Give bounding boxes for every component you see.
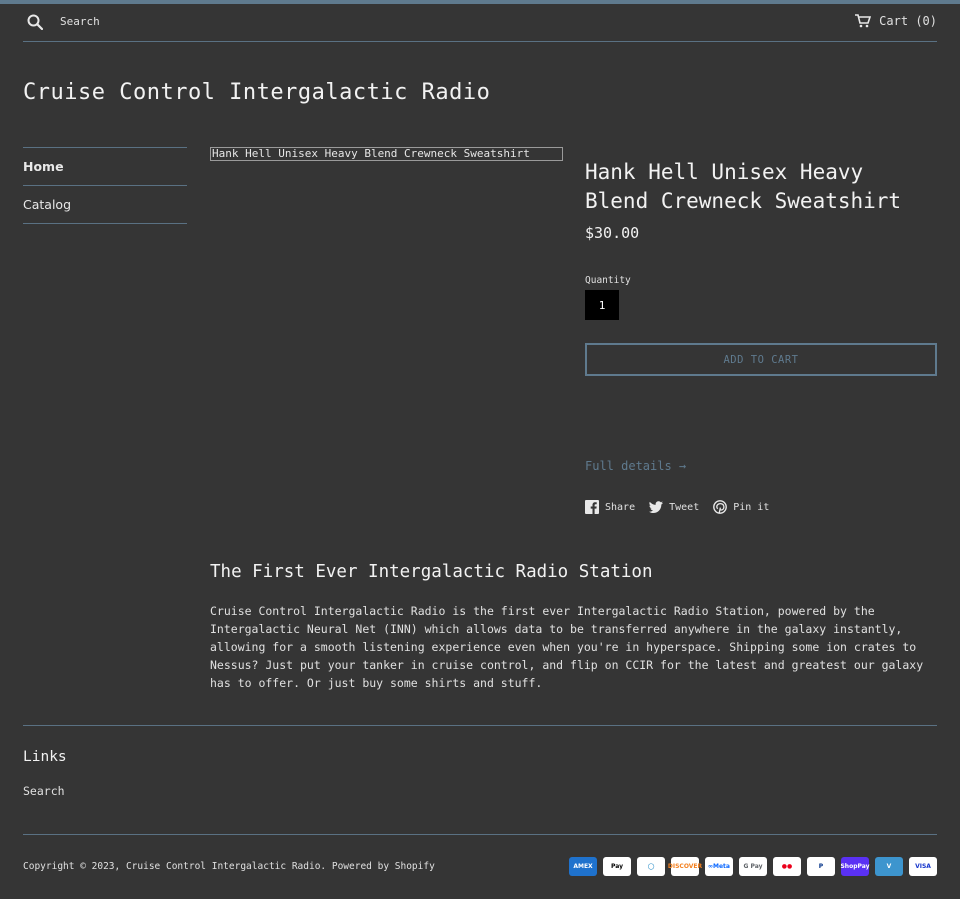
paypal-icon: P	[807, 857, 835, 876]
top-accent-bar	[0, 0, 960, 4]
product-title: Hank Hell Unisex Heavy Blend Crewneck Sw…	[585, 160, 902, 213]
shop-pay-icon: ShopPay	[840, 857, 870, 876]
sidebar-item-home[interactable]: Home	[23, 147, 187, 185]
cart-label: Cart	[879, 14, 909, 28]
share-facebook-button[interactable]: Share	[585, 500, 635, 514]
sidebar-nav: Home Catalog	[23, 147, 187, 224]
facebook-icon	[585, 500, 599, 514]
twitter-icon	[649, 501, 664, 513]
google-pay-icon: G Pay	[739, 857, 767, 876]
description-body: Cruise Control Intergalactic Radio is th…	[210, 604, 924, 690]
meta-pay-icon: ∞Meta	[705, 857, 733, 876]
mastercard-icon: ●●	[773, 857, 801, 876]
share-buttons: Share Tweet Pin it	[585, 500, 769, 514]
footer-links-title: Links	[23, 749, 67, 765]
cart-icon	[855, 14, 872, 28]
discover-icon: DISCOVER	[668, 857, 702, 876]
site-title[interactable]: Cruise Control Intergalactic Radio	[23, 80, 490, 105]
payment-icons: AMEX Pay ◯ DISCOVER ∞Meta G Pay ●● P ShopPay V VI…	[569, 857, 937, 876]
header-divider	[23, 41, 937, 42]
share-pinterest-button[interactable]: Pin it	[713, 500, 769, 514]
cart-link[interactable]: Cart (0)	[855, 14, 937, 28]
site-header: Search Cart (0)	[23, 12, 937, 32]
sidebar-item-catalog[interactable]: Catalog	[23, 185, 187, 223]
share-twitter-button[interactable]: Tweet	[649, 500, 699, 514]
quantity-input[interactable]: 1	[585, 290, 619, 320]
footer-divider-bottom	[23, 834, 937, 835]
search-icon[interactable]	[27, 14, 43, 30]
product-price: $30.00	[585, 224, 640, 242]
search-input[interactable]: Search	[60, 15, 100, 28]
venmo-icon: V	[875, 857, 903, 876]
visa-icon: VISA	[909, 857, 937, 876]
add-to-cart-button[interactable]: ADD TO CART	[585, 343, 937, 376]
share-twitter-label: Tweet	[669, 501, 700, 513]
quantity-label: Quantity	[585, 275, 631, 286]
share-facebook-label: Share	[605, 501, 636, 513]
footer-link-search[interactable]: Search	[23, 784, 65, 798]
sidebar-divider	[23, 223, 187, 224]
product-image[interactable]: Hank Hell Unisex Heavy Blend Crewneck Sw…	[210, 147, 563, 161]
copyright-text: Copyright © 2023, Cruise Control Interga…	[23, 861, 435, 872]
cart-count: (0)	[915, 14, 937, 28]
apple-pay-icon: Pay	[603, 857, 631, 876]
pinterest-icon	[713, 500, 728, 514]
full-details-link[interactable]: Full details →	[585, 459, 686, 473]
description-title: The First Ever Intergalactic Radio Stati…	[210, 562, 653, 582]
share-pinterest-label: Pin it	[733, 501, 770, 513]
diners-club-icon: ◯	[637, 857, 665, 876]
amex-icon: AMEX	[569, 857, 597, 876]
footer-divider-top	[23, 725, 937, 726]
